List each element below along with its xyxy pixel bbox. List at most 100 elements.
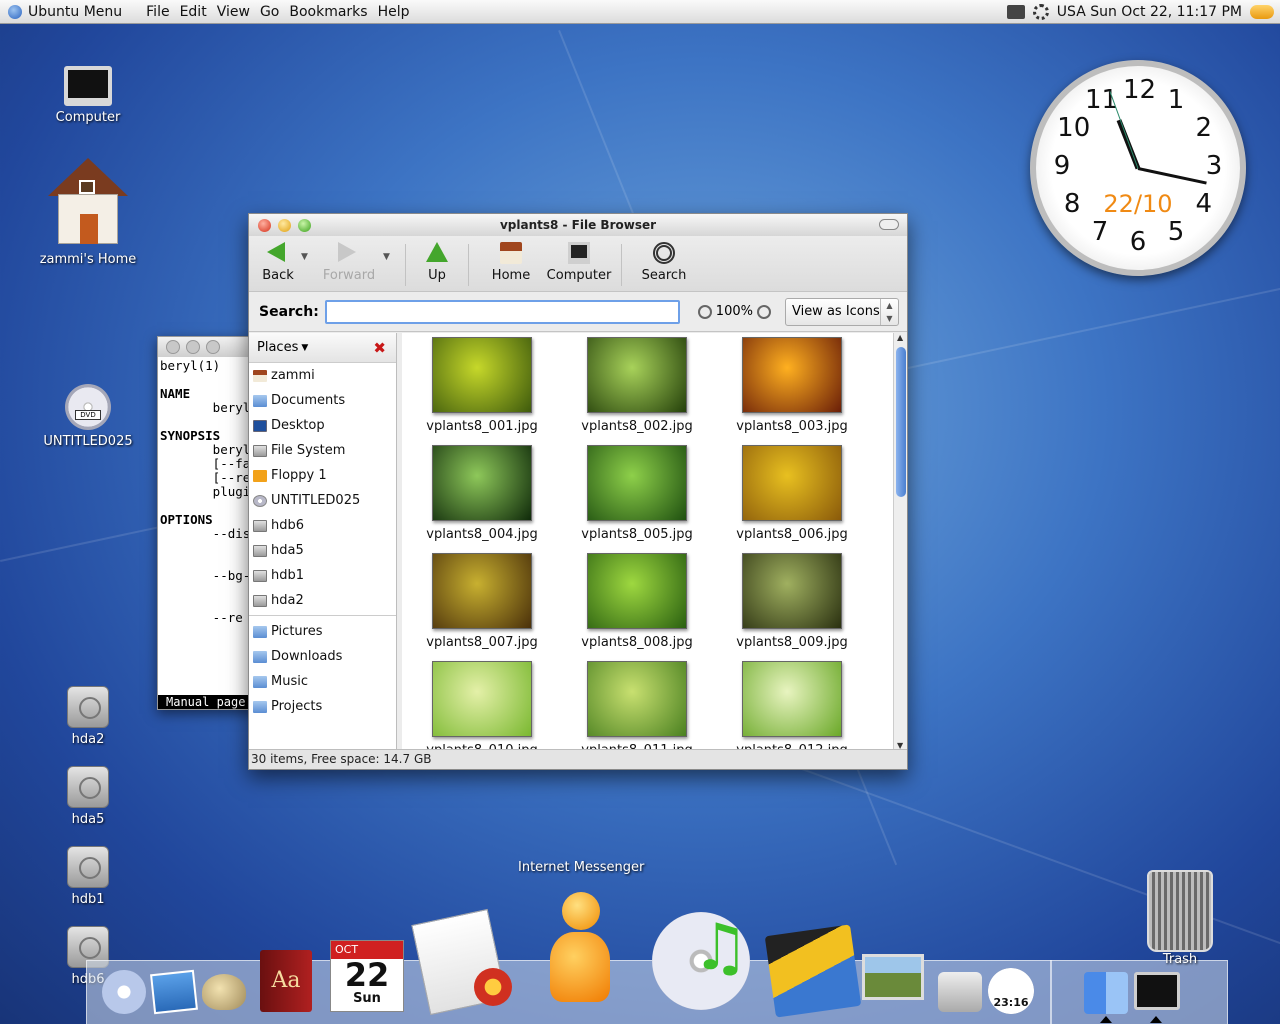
man-window-titlebar[interactable] <box>158 337 256 357</box>
imovie-icon[interactable] <box>764 924 862 1018</box>
preview-road-icon[interactable] <box>862 954 924 1000</box>
search-input[interactable] <box>324 299 680 324</box>
dictionary-icon[interactable]: Aa <box>260 950 312 1012</box>
search-button[interactable]: Search <box>630 236 698 283</box>
minimize-button[interactable] <box>186 340 200 354</box>
desktop-icon-dvd[interactable]: DVD UNTITLED025 <box>28 384 148 449</box>
file-item[interactable]: vplants8_006.jpg <box>717 445 867 542</box>
itunes-icon[interactable] <box>102 970 146 1014</box>
desktop-icon-hdb1[interactable]: hdb1 <box>28 846 148 907</box>
gimp-icon[interactable] <box>202 974 246 1010</box>
menu-edit[interactable]: Edit <box>180 4 207 20</box>
forward-button[interactable]: Forward <box>315 236 383 283</box>
system-prefs-icon[interactable] <box>938 972 982 1012</box>
sidebar-item-hdb1[interactable]: hdb1 <box>249 563 396 588</box>
zoom-level[interactable]: 100% <box>716 304 753 319</box>
back-button[interactable]: Back <box>255 236 301 283</box>
file-item[interactable]: vplants8_010.jpg <box>407 661 557 750</box>
sidebar-item-hda2[interactable]: hda2 <box>249 588 396 613</box>
iphoto-icon[interactable] <box>150 969 198 1015</box>
sidebar-item-file-system[interactable]: File System <box>249 438 396 463</box>
file-item[interactable]: vplants8_005.jpg <box>562 445 712 542</box>
ubuntu-menu-icon[interactable] <box>8 4 22 19</box>
menu-help[interactable]: Help <box>378 4 410 20</box>
drive-icon <box>253 594 267 607</box>
clock-icon[interactable]: 23:16 <box>988 968 1034 1014</box>
back-arrow-icon <box>267 242 285 262</box>
sidebar-item-music[interactable]: Music <box>249 669 396 694</box>
search-bar: Search: 100% View as Icons ▲ ▼ <box>249 292 907 332</box>
image-thumbnail <box>432 661 532 737</box>
scrollbar-thumb[interactable] <box>896 347 906 497</box>
menu-go[interactable]: Go <box>260 4 279 20</box>
file-item[interactable]: vplants8_002.jpg <box>562 337 712 434</box>
desktop-icon-computer[interactable]: Computer <box>28 66 148 125</box>
sidebar-item-floppy-1[interactable]: Floppy 1 <box>249 463 396 488</box>
desktop-icon-hda5[interactable]: hda5 <box>28 766 148 827</box>
man-page-window[interactable]: beryl(1) NAME beryl SYNOPSIS beryl [--fa [… <box>157 336 257 710</box>
back-history-dropdown[interactable]: ▼ <box>301 236 315 262</box>
clock-number: 12 <box>1123 75 1157 105</box>
monitor-icon[interactable] <box>1006 5 1025 19</box>
clock-number: 3 <box>1205 151 1223 181</box>
zoom-out-icon[interactable] <box>697 304 712 319</box>
ubuntu-menu[interactable]: Ubuntu Menu <box>28 4 122 20</box>
close-button[interactable] <box>166 340 180 354</box>
forward-history-dropdown[interactable]: ▼ <box>383 236 397 262</box>
file-item[interactable]: vplants8_011.jpg <box>562 661 712 750</box>
keys-icon[interactable] <box>1250 5 1274 19</box>
sidebar-item-downloads[interactable]: Downloads <box>249 644 396 669</box>
man-line <box>160 541 254 555</box>
finder-icon[interactable] <box>1084 972 1128 1014</box>
gear-icon[interactable] <box>1032 4 1049 20</box>
places-dropdown-label[interactable]: Places <box>257 340 298 355</box>
image-thumbnail <box>432 553 532 629</box>
file-name-label: vplants8_005.jpg <box>581 527 693 542</box>
file-item[interactable]: vplants8_004.jpg <box>407 445 557 542</box>
file-item[interactable]: vplants8_009.jpg <box>717 553 867 650</box>
trash[interactable]: Trash <box>1144 870 1216 967</box>
zoom-button[interactable] <box>206 340 220 354</box>
drive-icon <box>253 569 267 582</box>
desktop-icon-hda2[interactable]: hda2 <box>28 686 148 747</box>
file-item[interactable]: vplants8_003.jpg <box>717 337 867 434</box>
up-button[interactable]: Up <box>414 236 460 283</box>
menu-bookmarks[interactable]: Bookmarks <box>289 4 367 20</box>
file-item[interactable]: vplants8_008.jpg <box>562 553 712 650</box>
aim-icon[interactable] <box>540 892 620 1008</box>
sidebar-item-untitled025[interactable]: UNTITLED025 <box>249 488 396 513</box>
analog-clock-widget[interactable]: 12 1 2 3 4 5 6 7 8 9 10 11 22/10 <box>1030 60 1246 276</box>
sidebar-item-projects[interactable]: Projects <box>249 694 396 719</box>
terminal-icon[interactable] <box>1134 972 1180 1010</box>
man-line <box>160 373 254 387</box>
computer-button[interactable]: Computer <box>545 236 613 283</box>
zoom-in-icon[interactable] <box>756 304 771 319</box>
ical-icon[interactable]: OCT 22 Sun <box>330 940 404 1012</box>
file-item[interactable]: vplants8_012.jpg <box>717 661 867 750</box>
forward-arrow-icon <box>338 242 356 262</box>
menu-file[interactable]: File <box>146 4 169 20</box>
home-button[interactable]: Home <box>477 236 545 283</box>
clock-status-text[interactable]: USA Sun Oct 22, 11:17 PM <box>1057 4 1242 20</box>
menu-view[interactable]: View <box>217 4 250 20</box>
places-header[interactable]: Places ▼ ✖ <box>249 333 396 363</box>
top-menubar: Ubuntu Menu File Edit View Go Bookmarks … <box>0 0 1280 24</box>
view-mode-select[interactable]: View as Icons ▲ ▼ <box>784 297 899 326</box>
scroll-up-arrow-icon[interactable]: ▲ <box>897 333 903 342</box>
file-item[interactable]: vplants8_007.jpg <box>407 553 557 650</box>
desktop-icon-home[interactable]: zammi's Home <box>28 158 148 267</box>
file-item[interactable]: vplants8_001.jpg <box>407 337 557 434</box>
sidebar-item-zammi[interactable]: zammi <box>249 363 396 388</box>
sidebar-item-hda5[interactable]: hda5 <box>249 538 396 563</box>
toolbar-toggle-button[interactable] <box>879 219 899 230</box>
vertical-scrollbar[interactable]: ▲ ▼ <box>893 333 907 750</box>
sidebar-item-hdb6[interactable]: hdb6 <box>249 513 396 538</box>
sidebar-item-label: Pictures <box>271 624 323 639</box>
music-cd-icon[interactable]: ♫ <box>652 912 750 1010</box>
file-browser-window[interactable]: vplants8 - File Browser Back ▼ Forward ▼… <box>248 213 908 770</box>
sidebar-item-pictures[interactable]: Pictures <box>249 619 396 644</box>
sidebar-item-documents[interactable]: Documents <box>249 388 396 413</box>
file-browser-titlebar[interactable]: vplants8 - File Browser <box>249 214 907 236</box>
close-sidebar-icon[interactable]: ✖ <box>373 339 386 357</box>
sidebar-item-desktop[interactable]: Desktop <box>249 413 396 438</box>
